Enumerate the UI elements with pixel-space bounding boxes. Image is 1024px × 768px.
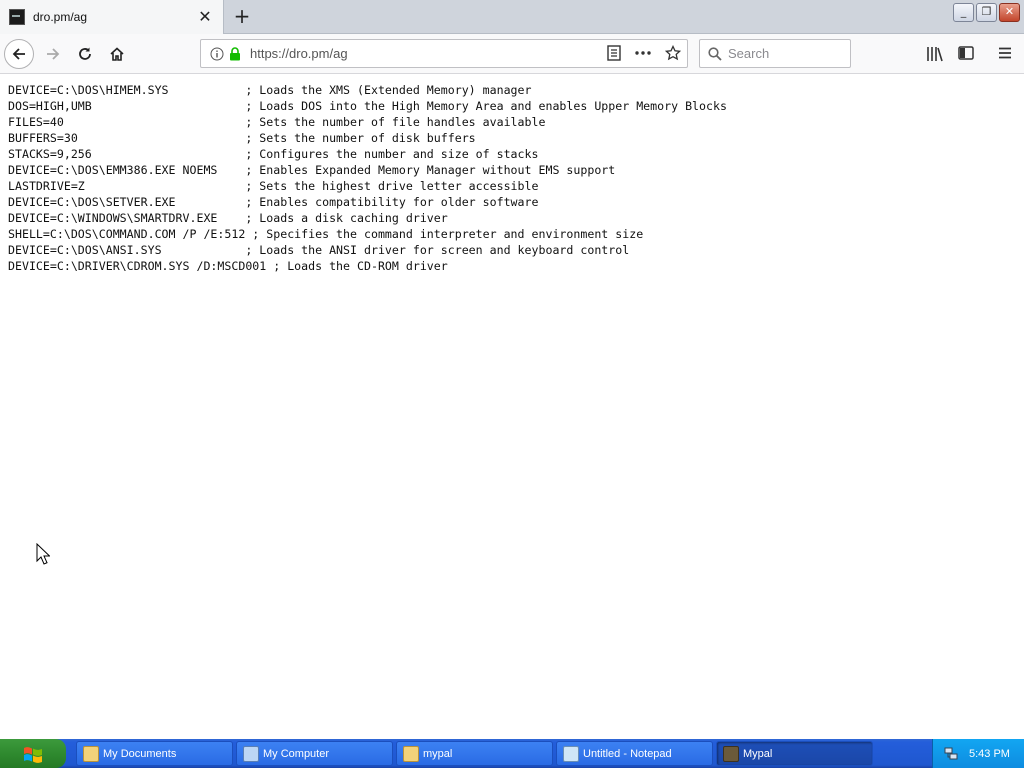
info-icon[interactable] [210, 47, 224, 61]
taskbar-item-label: My Documents [103, 747, 177, 760]
config-line: DEVICE=C:\WINDOWS\SMARTDRV.EXE ; Loads a… [8, 211, 448, 225]
folder-icon [403, 745, 419, 762]
system-clock[interactable]: 5:43 PM [969, 748, 1010, 760]
site-favicon-icon [9, 9, 25, 25]
taskbar-item-my-computer[interactable]: My Computer [236, 741, 393, 766]
network-tray-icon[interactable] [943, 746, 959, 762]
sidebar-icon[interactable] [958, 46, 974, 60]
taskbar: My Documents My Computer mypal Untitled … [0, 739, 1024, 768]
config-line: STACKS=9,256 ; Configures the number and… [8, 147, 539, 161]
page-actions-icon[interactable] [635, 51, 651, 55]
tab-title: dro.pm/ag [33, 10, 88, 24]
home-icon [110, 47, 124, 61]
windows-logo-icon [24, 746, 42, 763]
bookmark-star-icon[interactable] [665, 45, 681, 61]
taskbar-item-mypal-folder[interactable]: mypal [396, 741, 553, 766]
browser-tab[interactable]: dro.pm/ag ✕ [0, 0, 224, 34]
lock-icon[interactable] [229, 46, 241, 61]
close-window-button[interactable]: ✕ [999, 3, 1020, 22]
config-line: DEVICE=C:\DOS\HIMEM.SYS ; Loads the XMS … [8, 83, 532, 97]
system-tray: 5:43 PM [932, 739, 1024, 768]
taskbar-item-label: mypal [423, 747, 453, 760]
menu-icon[interactable] [998, 46, 1012, 60]
folder-documents-icon [83, 745, 99, 762]
config-line: SHELL=C:\DOS\COMMAND.COM /P /E:512 ; Spe… [8, 227, 644, 241]
home-button[interactable] [102, 39, 132, 69]
taskbar-item-label: Mypal [743, 747, 773, 760]
notepad-icon [563, 745, 579, 762]
search-input[interactable] [728, 46, 838, 61]
config-line: DEVICE=C:\DOS\SETVER.EXE ; Enables compa… [8, 195, 539, 209]
new-tab-button[interactable]: + [232, 6, 252, 27]
back-button[interactable] [4, 39, 34, 69]
reload-button[interactable] [70, 39, 100, 69]
config-line: DEVICE=C:\DOS\EMM386.EXE NOEMS ; Enables… [8, 163, 616, 177]
forward-arrow-icon [47, 48, 60, 60]
minimize-button[interactable]: _ [953, 3, 974, 22]
mypal-browser-icon [723, 745, 739, 762]
config-line: LASTDRIVE=Z ; Sets the highest drive let… [8, 179, 539, 193]
back-arrow-icon [12, 48, 25, 60]
search-bar[interactable] [699, 39, 851, 68]
mouse-pointer-icon [36, 543, 50, 565]
forward-button[interactable] [38, 39, 68, 69]
tab-strip: dro.pm/ag ✕ + _ ❐ ✕ [0, 0, 1024, 34]
taskbar-item-notepad[interactable]: Untitled - Notepad [556, 741, 713, 766]
url-text[interactable]: https://dro.pm/ag [250, 46, 348, 61]
window-controls: _ ❐ ✕ [953, 3, 1020, 22]
taskbar-item-label: My Computer [263, 747, 330, 760]
config-line: BUFFERS=30 ; Sets the number of disk buf… [8, 131, 476, 145]
restore-button[interactable]: ❐ [976, 3, 997, 22]
config-line: FILES=40 ; Sets the number of file handl… [8, 115, 546, 129]
config-line: DEVICE=C:\DOS\ANSI.SYS ; Loads the ANSI … [8, 243, 630, 257]
library-icon[interactable] [926, 46, 944, 62]
config-line: DOS=HIGH,UMB ; Loads DOS into the High M… [8, 99, 727, 113]
reload-icon [79, 47, 91, 60]
reader-view-icon[interactable] [607, 45, 621, 61]
taskbar-item-mypal-browser[interactable]: Mypal [716, 741, 873, 766]
close-tab-icon[interactable]: ✕ [197, 9, 213, 25]
taskbar-item-label: Untitled - Notepad [583, 747, 672, 760]
computer-icon [243, 745, 259, 762]
start-button[interactable] [0, 739, 66, 768]
navigation-toolbar: https://dro.pm/ag [0, 34, 1024, 74]
taskbar-item-my-documents[interactable]: My Documents [76, 741, 233, 766]
url-bar[interactable]: https://dro.pm/ag [200, 39, 688, 68]
config-line: DEVICE=C:\DRIVER\CDROM.SYS /D:MSCD001 ; … [8, 259, 448, 273]
page-content: DEVICE=C:\DOS\HIMEM.SYS ; Loads the XMS … [8, 82, 1018, 274]
search-icon [708, 46, 722, 61]
